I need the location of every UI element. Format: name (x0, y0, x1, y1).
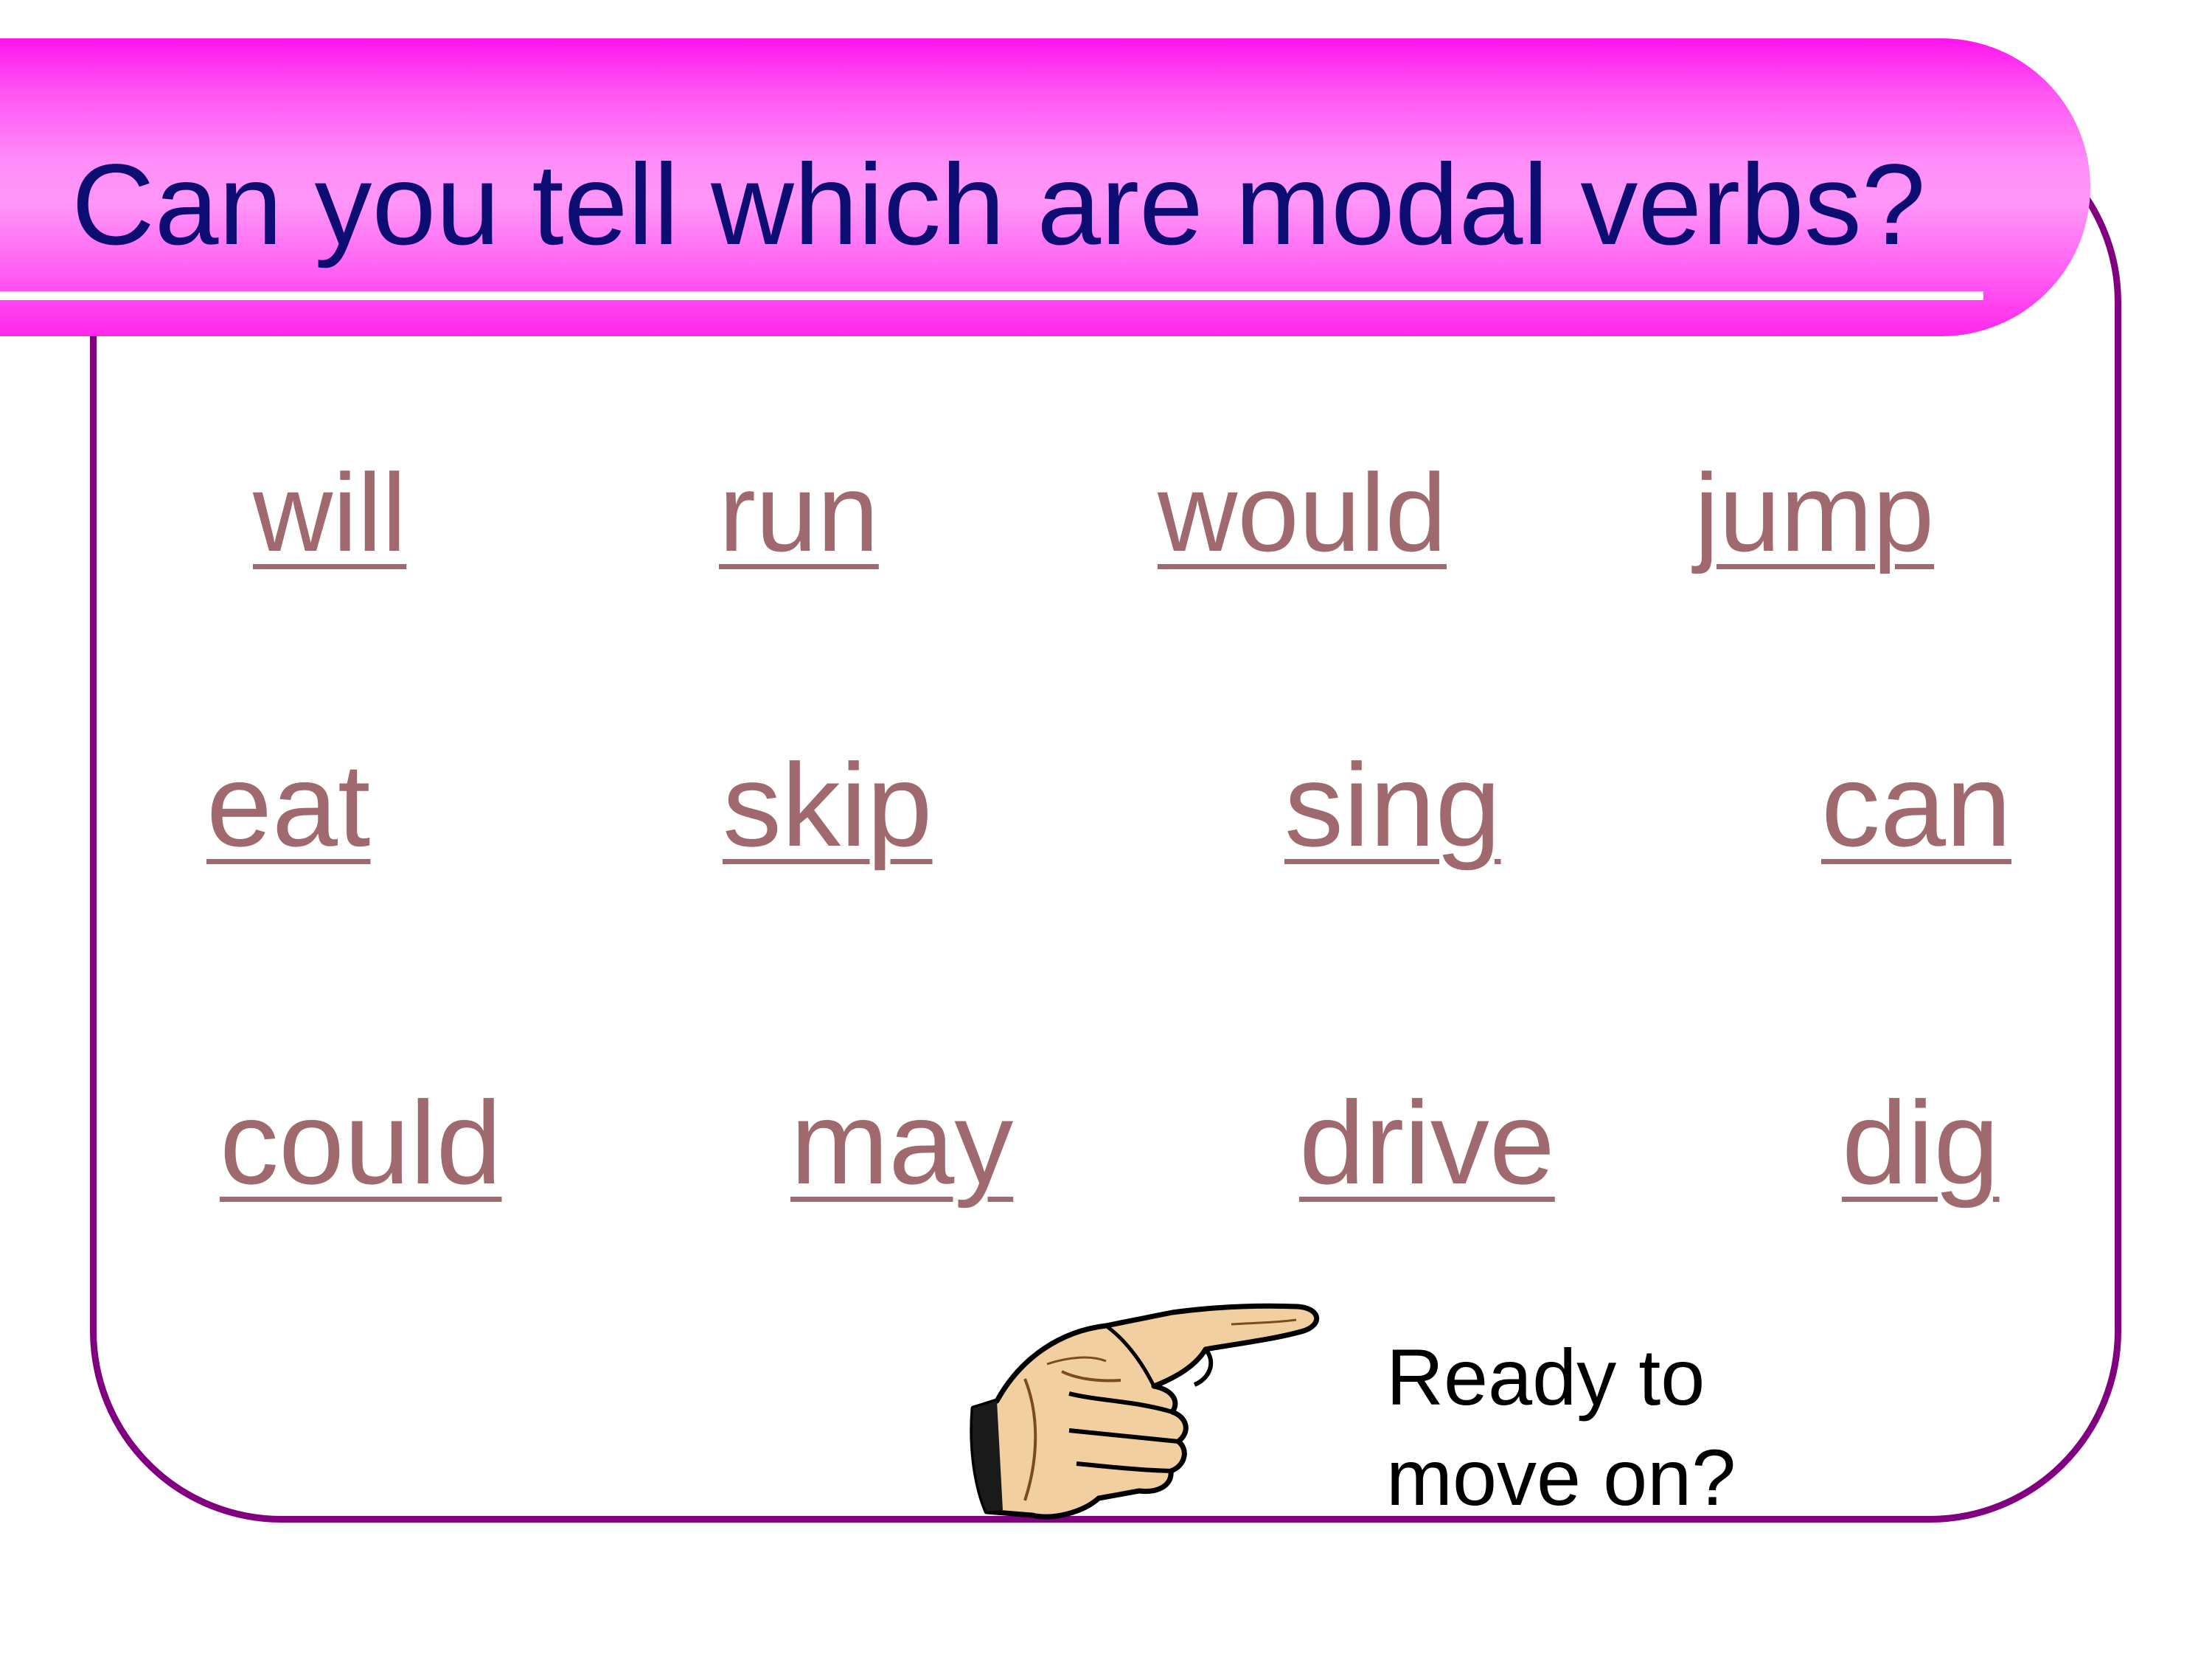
word-link-skip[interactable]: skip (723, 746, 933, 864)
word-link-jump[interactable]: jump (1694, 457, 1934, 568)
word-link-dig[interactable]: dig (1842, 1084, 2000, 1202)
word-link-would[interactable]: would (1158, 457, 1447, 568)
word-link-drive[interactable]: drive (1299, 1084, 1555, 1202)
ready-to-move-on-link[interactable]: Ready to move on? (1386, 1327, 1736, 1528)
title-bar: Can you tell which are modal verbs? (0, 38, 2090, 336)
word-link-sing[interactable]: sing (1284, 746, 1501, 864)
ready-line-2: move on? (1386, 1433, 1736, 1522)
word-link-eat[interactable]: eat (206, 746, 370, 864)
word-link-could[interactable]: could (220, 1084, 502, 1202)
word-link-can[interactable]: can (1821, 746, 2011, 864)
word-link-may[interactable]: may (790, 1084, 1013, 1202)
ready-line-1: Ready to (1386, 1332, 1705, 1422)
title-divider-line (0, 291, 1983, 300)
word-link-will[interactable]: will (253, 457, 406, 568)
pointing-hand-icon[interactable] (951, 1290, 1335, 1534)
word-link-run[interactable]: run (719, 457, 879, 568)
slide-title: Can you tell which are modal verbs? (72, 141, 1926, 269)
